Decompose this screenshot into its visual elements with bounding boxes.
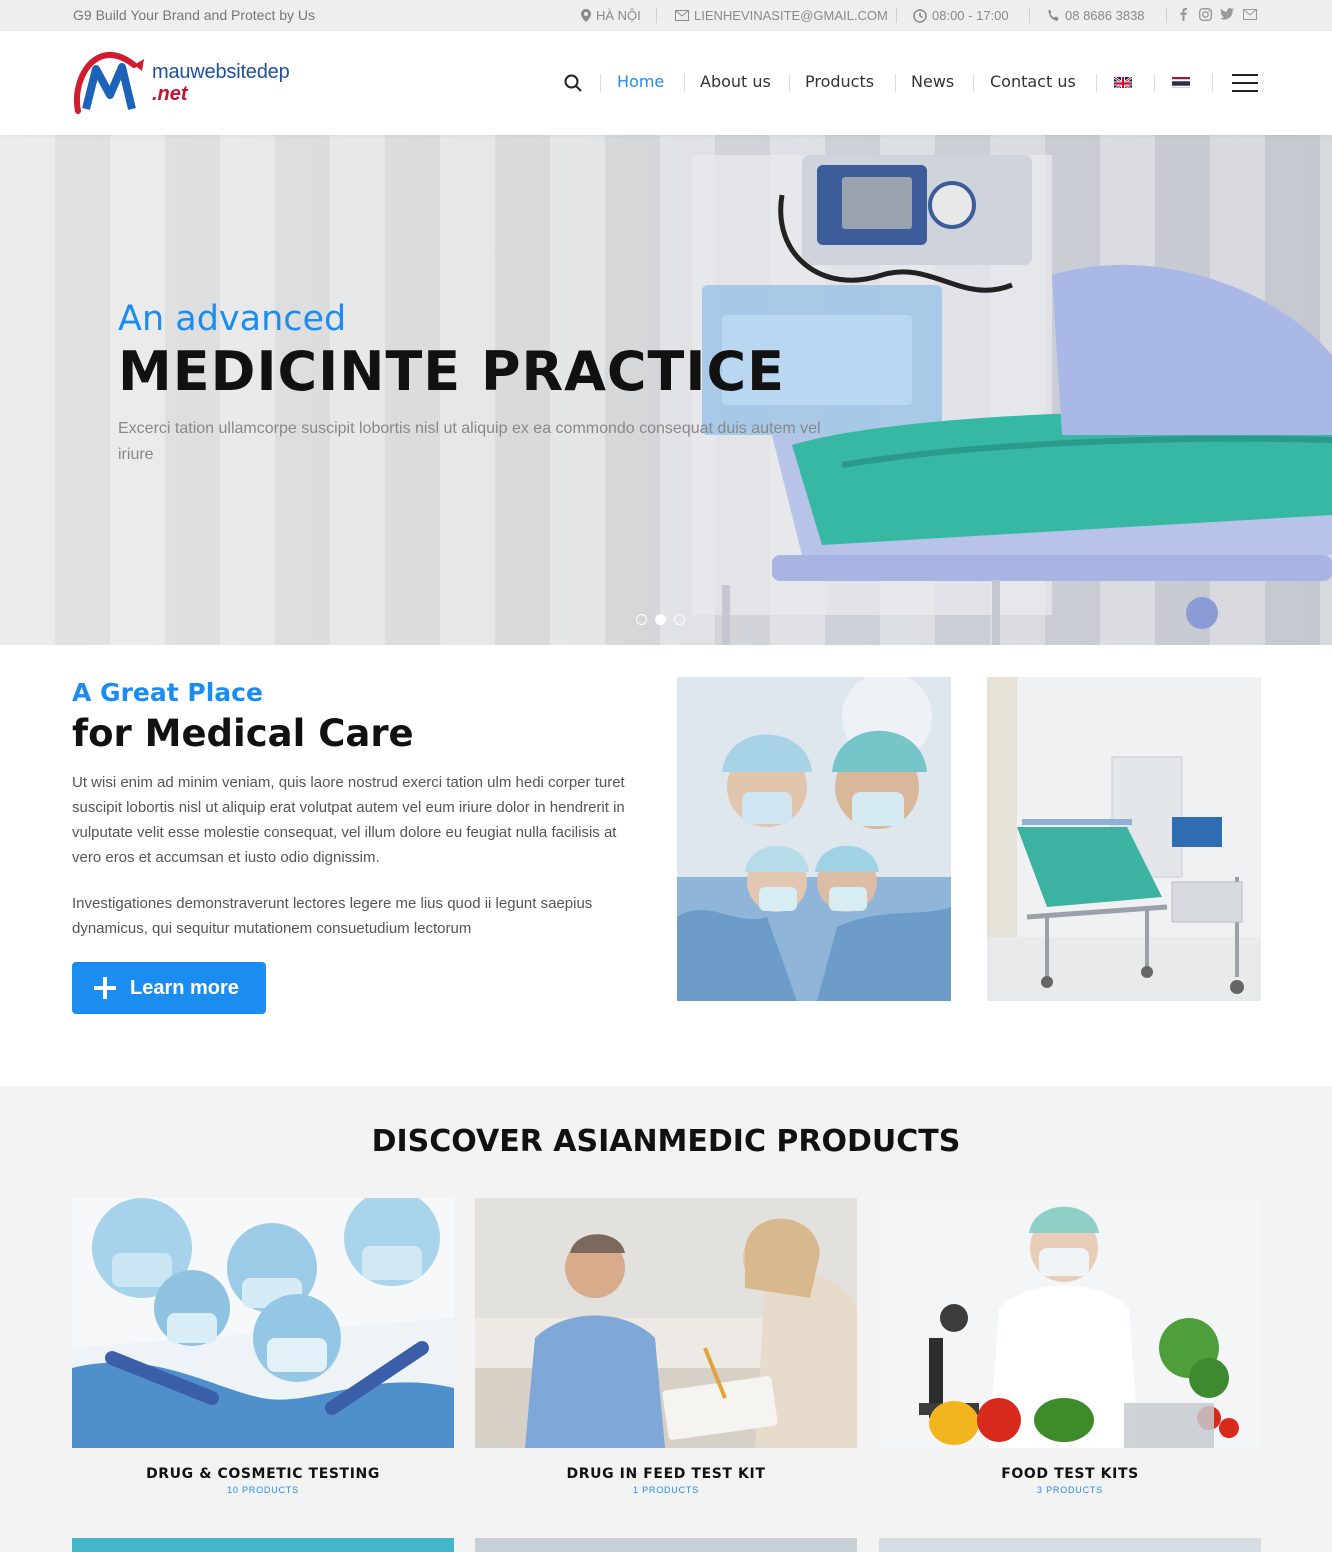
divider bbox=[896, 8, 897, 23]
location: HÀ NỘI bbox=[581, 8, 641, 23]
product-category-image[interactable] bbox=[72, 1198, 454, 1448]
hero-description: Excerci tation ullamcorpe suscipit lobor… bbox=[118, 420, 821, 463]
product-category-image[interactable] bbox=[879, 1198, 1261, 1448]
twitter-icon[interactable] bbox=[1220, 8, 1234, 23]
email-link[interactable]: LIENHEVINASITE@GMAIL.COM bbox=[675, 8, 888, 23]
nav-contact[interactable]: Contact us bbox=[990, 72, 1076, 91]
mail-icon[interactable] bbox=[1243, 8, 1257, 23]
product-category-card[interactable]: DRUG IN FEED TEST KIT 1 PRODUCTS bbox=[475, 1198, 857, 1495]
tagline: G9 Build Your Brand and Protect by Us bbox=[73, 7, 316, 23]
divider bbox=[1166, 8, 1167, 23]
nav-divider bbox=[1096, 74, 1097, 92]
about-paragraph-2: Investigationes demonstraverunt lectores… bbox=[72, 895, 593, 937]
products-section: DISCOVER ASIANMEDIC PRODUCTS DRUG & COSM… bbox=[0, 1086, 1332, 1552]
thai-flag-icon[interactable] bbox=[1172, 75, 1190, 88]
product-category-card[interactable]: FOOD TEST KITS 3 PRODUCTS bbox=[879, 1198, 1261, 1495]
nav-home[interactable]: Home bbox=[617, 72, 664, 91]
search-icon[interactable] bbox=[564, 74, 582, 92]
product-category-count: 10 PRODUCTS bbox=[227, 1485, 299, 1495]
nav-divider bbox=[1154, 74, 1155, 92]
instagram-icon[interactable] bbox=[1198, 7, 1213, 24]
nav-divider bbox=[1212, 74, 1213, 92]
nav-divider bbox=[895, 74, 896, 92]
nav-about[interactable]: About us bbox=[700, 72, 771, 91]
clock-icon bbox=[913, 8, 927, 23]
hero-slider: An advanced MEDICINTE PRACTICE Excerci t… bbox=[0, 135, 1332, 645]
menu-icon[interactable] bbox=[1232, 74, 1258, 92]
phone-link[interactable]: 08 8686 3838 bbox=[1047, 8, 1145, 23]
product-category-image[interactable] bbox=[475, 1538, 857, 1552]
nav-divider bbox=[684, 74, 685, 92]
product-category-name[interactable]: DRUG & COSMETIC TESTING bbox=[72, 1466, 454, 1482]
phone-text: 08 8686 3838 bbox=[1065, 8, 1145, 23]
email-text: LIENHEVINASITE@GMAIL.COM bbox=[694, 8, 888, 23]
divider bbox=[656, 8, 657, 23]
nav-products[interactable]: Products bbox=[805, 72, 874, 91]
facebook-icon[interactable] bbox=[1180, 8, 1187, 24]
slider-dot-3[interactable] bbox=[674, 614, 685, 625]
about-paragraph-1: Ut wisi enim ad minim veniam, quis laore… bbox=[72, 774, 625, 866]
product-category-name[interactable]: FOOD TEST KITS bbox=[879, 1466, 1261, 1482]
product-category-image[interactable] bbox=[475, 1198, 857, 1448]
english-flag-icon[interactable] bbox=[1114, 75, 1132, 88]
about-subtitle: A Great Place bbox=[72, 678, 263, 707]
hero-subtitle: An advanced bbox=[118, 299, 347, 339]
site-header: mauwebsitedep .net Home About us Product… bbox=[0, 31, 1332, 135]
map-pin-icon bbox=[581, 9, 591, 22]
products-heading: DISCOVER ASIANMEDIC PRODUCTS bbox=[371, 1124, 961, 1159]
learn-more-button[interactable]: Learn more bbox=[72, 962, 266, 1014]
slider-dot-1[interactable] bbox=[636, 614, 647, 625]
product-category-image[interactable] bbox=[879, 1538, 1261, 1552]
location-text: HÀ NỘI bbox=[596, 8, 641, 23]
learn-more-label: Learn more bbox=[130, 976, 239, 999]
envelope-icon bbox=[675, 10, 689, 21]
phone-icon bbox=[1048, 9, 1059, 21]
top-bar: G9 Build Your Brand and Protect by Us HÀ… bbox=[0, 0, 1332, 31]
product-category-count: 1 PRODUCTS bbox=[632, 1485, 699, 1495]
product-category-name[interactable]: DRUG IN FEED TEST KIT bbox=[475, 1466, 857, 1482]
about-title: for Medical Care bbox=[72, 712, 414, 755]
hospital-room-photo bbox=[987, 677, 1261, 1001]
nav-news[interactable]: News bbox=[911, 72, 954, 91]
hero-title: MEDICINTE PRACTICE bbox=[118, 340, 786, 403]
hours-text: 08:00 - 17:00 bbox=[932, 8, 1009, 23]
nav-divider bbox=[789, 74, 790, 92]
product-category-card[interactable]: DRUG & COSMETIC TESTING 10 PRODUCTS bbox=[72, 1198, 454, 1495]
slider-dots bbox=[636, 614, 685, 625]
nav-divider bbox=[600, 74, 601, 92]
product-category-image[interactable] bbox=[72, 1538, 454, 1552]
divider bbox=[1029, 8, 1030, 23]
surgeons-photo bbox=[677, 677, 951, 1001]
nav-divider bbox=[973, 74, 974, 92]
opening-hours: 08:00 - 17:00 bbox=[913, 8, 1009, 23]
product-category-count: 3 PRODUCTS bbox=[1036, 1485, 1103, 1495]
main-navigation: Home About us Products News Contact us bbox=[0, 72, 1332, 94]
plus-icon bbox=[94, 977, 116, 999]
slider-dot-2[interactable] bbox=[655, 614, 666, 625]
